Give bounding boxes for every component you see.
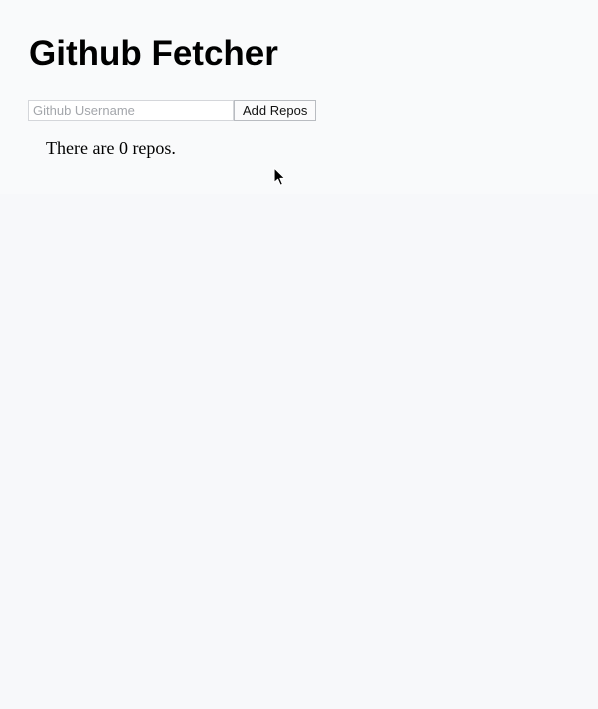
add-repos-button[interactable]: Add Repos xyxy=(234,100,317,121)
github-username-input[interactable] xyxy=(28,100,234,121)
add-repos-form: Add Repos xyxy=(28,100,317,121)
page-title: Github Fetcher xyxy=(29,34,278,73)
arrow-cursor-icon xyxy=(273,167,286,186)
app-root: Github Fetcher Add Repos There are 0 rep… xyxy=(0,0,598,709)
repo-count-text: There are 0 repos. xyxy=(46,138,176,158)
